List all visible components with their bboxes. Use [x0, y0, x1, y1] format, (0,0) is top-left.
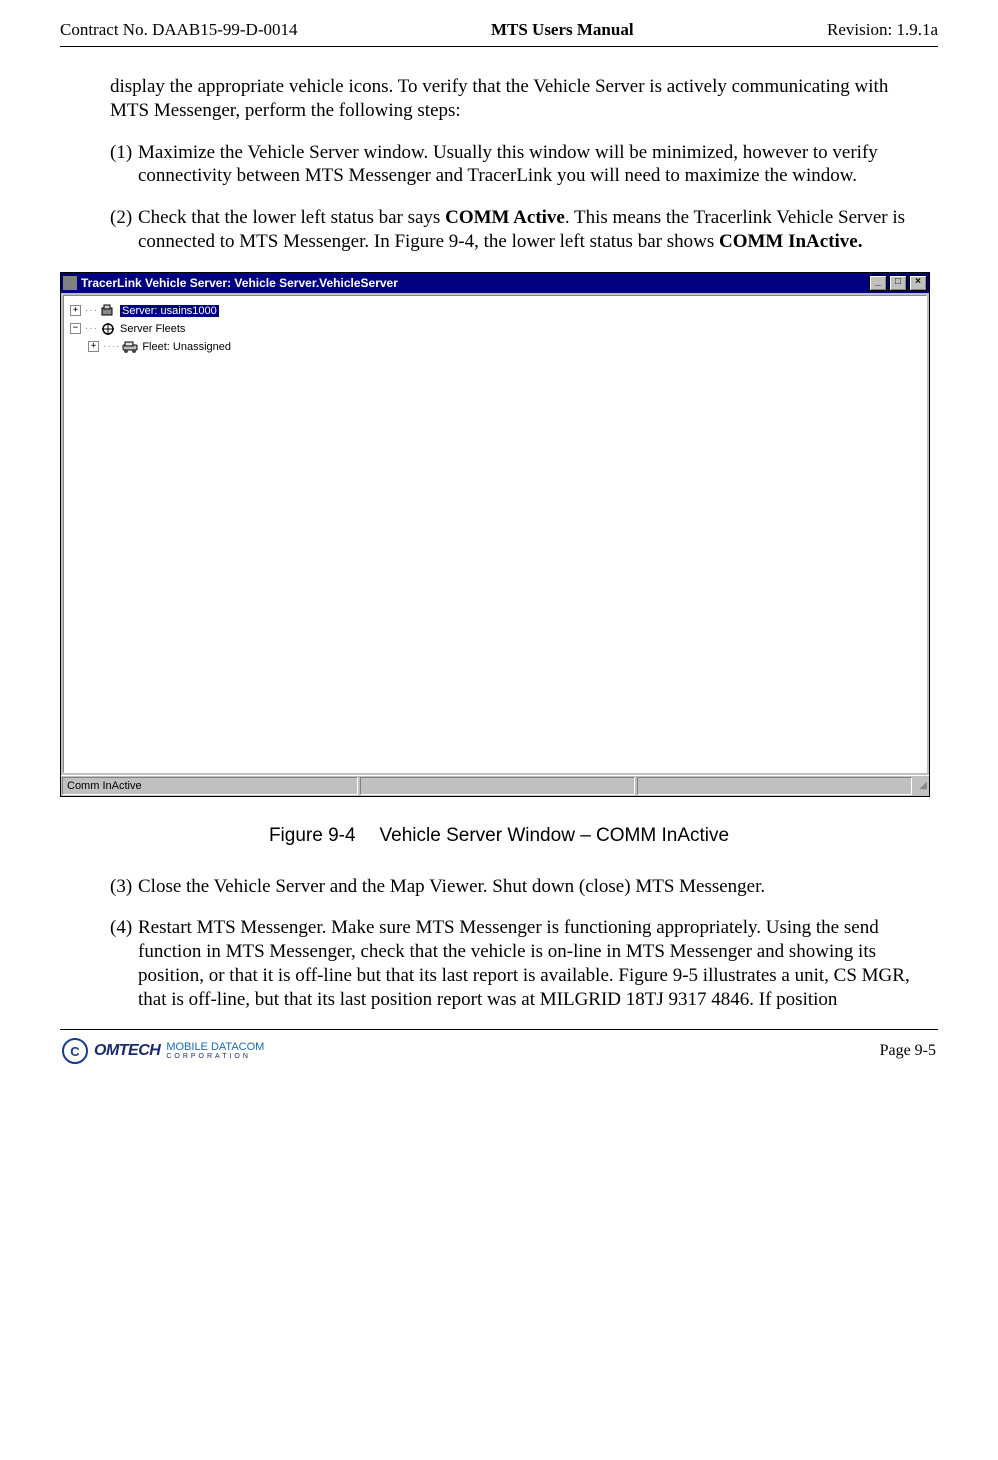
figure-number: Figure 9-4 — [269, 825, 356, 846]
resize-grip-icon[interactable]: ◢ — [913, 780, 929, 791]
status-bar: Comm InActive ◢ — [61, 775, 929, 796]
logo-text-sub: MOBILE DATACOM CORPORATION — [166, 1042, 264, 1060]
tree-node-server[interactable]: + ··· Server: usains1000 — [70, 302, 920, 320]
status-comm: Comm InActive — [62, 777, 358, 795]
tree-view[interactable]: + ··· Server: usains1000 − ··· Server Fl… — [63, 295, 927, 773]
collapse-icon[interactable]: − — [70, 323, 81, 334]
page-header: Contract No. DAAB15-99-D-0014 MTS Users … — [60, 20, 938, 40]
minimize-button[interactable]: _ — [869, 275, 887, 291]
figure-title: Vehicle Server Window – COMM InActive — [380, 825, 730, 846]
close-button[interactable]: × — [909, 275, 927, 291]
step-text: Restart MTS Messenger. Make sure MTS Mes… — [138, 916, 928, 1011]
expand-icon[interactable]: + — [70, 305, 81, 316]
step-text: Maximize the Vehicle Server window. Usua… — [138, 141, 928, 189]
step-text: Check that the lower left status bar say… — [138, 206, 928, 254]
tree-connector: ··· — [85, 305, 98, 316]
step-number: (4) — [110, 916, 138, 1011]
figure-caption: Figure 9-4 Vehicle Server Window – COMM I… — [60, 825, 938, 847]
maximize-button[interactable]: □ — [889, 275, 907, 291]
tree-node-fleet-unassigned[interactable]: + ···· Fleet: Unassigned — [88, 338, 920, 356]
car-icon — [122, 340, 138, 354]
page-footer: C OMTECH MOBILE DATACOM CORPORATION Page… — [60, 1038, 938, 1064]
tree-node-label: Fleet: Unassigned — [142, 341, 231, 353]
step-number: (1) — [110, 141, 138, 189]
tree-connector: ···· — [103, 341, 120, 352]
footer-rule — [60, 1029, 938, 1030]
step-2: (2) Check that the lower left status bar… — [110, 206, 928, 254]
window-title: TracerLink Vehicle Server: Vehicle Serve… — [81, 276, 869, 290]
status-cell-3 — [637, 777, 912, 795]
logo-icon: C — [62, 1038, 88, 1064]
tree-connector: ··· — [85, 323, 98, 334]
server-icon — [100, 304, 116, 318]
header-rule — [60, 46, 938, 47]
tree-node-label: Server: usains1000 — [120, 305, 219, 317]
company-logo: C OMTECH MOBILE DATACOM CORPORATION — [62, 1038, 264, 1064]
status-cell-2 — [360, 777, 635, 795]
intro-paragraph: display the appropriate vehicle icons. T… — [110, 75, 928, 123]
title-bar[interactable]: TracerLink Vehicle Server: Vehicle Serve… — [61, 273, 929, 293]
header-right: Revision: 1.9.1a — [827, 20, 938, 40]
step-text: Close the Vehicle Server and the Map Vie… — [138, 875, 928, 899]
step-1: (1) Maximize the Vehicle Server window. … — [110, 141, 928, 189]
step-number: (2) — [110, 206, 138, 254]
header-center: MTS Users Manual — [491, 20, 634, 40]
step-4: (4) Restart MTS Messenger. Make sure MTS… — [110, 916, 928, 1011]
tree-node-label: Server Fleets — [120, 323, 185, 335]
step-number: (3) — [110, 875, 138, 899]
logo-text-main: OMTECH — [94, 1042, 160, 1060]
app-icon — [63, 276, 77, 290]
vehicle-server-window: TracerLink Vehicle Server: Vehicle Serve… — [60, 272, 930, 797]
tree-node-fleets[interactable]: − ··· Server Fleets — [70, 320, 920, 338]
fleets-icon — [100, 322, 116, 336]
step-3: (3) Close the Vehicle Server and the Map… — [110, 875, 928, 899]
header-left: Contract No. DAAB15-99-D-0014 — [60, 20, 298, 40]
expand-icon[interactable]: + — [88, 341, 99, 352]
page-number: Page 9-5 — [880, 1042, 936, 1060]
